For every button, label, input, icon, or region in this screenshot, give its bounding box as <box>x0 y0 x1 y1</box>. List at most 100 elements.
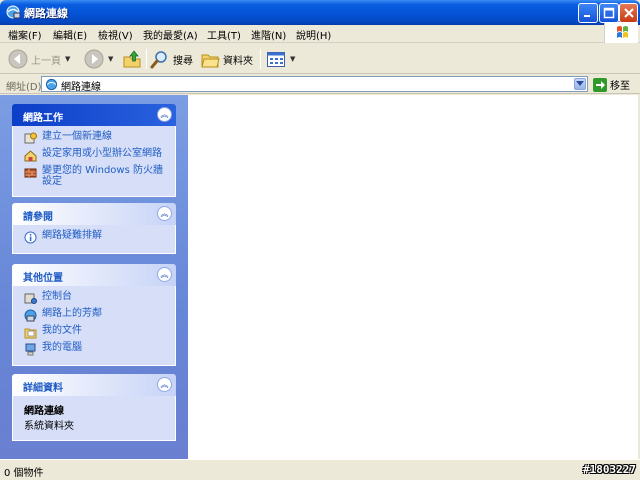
forward-arrow-icon <box>84 49 104 69</box>
see-also-title: 請參閱 <box>23 212 53 223</box>
task-label: 網路疑難排解 <box>42 230 102 241</box>
go-label: 移至 <box>610 81 630 92</box>
network-tasks-header[interactable]: 網路工作 ︽ <box>12 104 176 126</box>
file-list-area[interactable] <box>188 95 638 459</box>
window-title: 網路連線 <box>24 7 68 20</box>
toolbar-separator <box>260 49 261 69</box>
menu-tools[interactable]: 工具(T) <box>207 27 241 42</box>
menu-advanced[interactable]: 進階(N) <box>251 27 286 42</box>
details-name: 網路連線 <box>24 406 64 417</box>
menu-file[interactable]: 檔案(F) <box>8 27 42 42</box>
task-label: 我的文件 <box>42 325 82 336</box>
address-bar: 網址(D) 網路連線 移至 <box>0 74 640 94</box>
back-arrow-icon <box>8 49 28 69</box>
home-network-icon <box>24 150 37 162</box>
minimize-button[interactable] <box>578 3 598 23</box>
toolbar-separator <box>146 49 147 69</box>
network-places-icon <box>24 309 37 322</box>
close-button[interactable] <box>619 3 638 23</box>
task-label: 控制台 <box>42 291 72 302</box>
my-computer-icon <box>25 343 36 356</box>
menu-favorites[interactable]: 我的最愛(A) <box>143 27 198 42</box>
title-bar[interactable]: 網路連線 <box>0 0 640 25</box>
firewall-icon <box>24 168 37 178</box>
status-bar: 0 個物件 #1803227 <box>0 459 640 480</box>
views-grid-icon <box>267 52 285 67</box>
go-button[interactable]: 移至 <box>593 77 630 92</box>
close-icon <box>623 8 634 18</box>
back-dropdown-icon[interactable]: ▼ <box>65 55 70 63</box>
chevron-down-icon <box>576 81 584 86</box>
minimize-icon <box>584 15 590 17</box>
up-folder-icon <box>123 50 141 68</box>
menu-edit[interactable]: 編輯(E) <box>53 27 87 42</box>
other-places-header[interactable]: 其他位置 ︽ <box>12 264 176 286</box>
menu-help[interactable]: 說明(H) <box>296 27 331 42</box>
up-folder-button[interactable] <box>122 48 142 70</box>
views-dropdown-icon[interactable]: ▼ <box>290 55 295 63</box>
image-stamp: #1803227 <box>583 463 636 476</box>
network-tasks-title: 網路工作 <box>23 113 63 124</box>
task-label: 變更您的 Windows 防火牆設定 <box>42 165 163 187</box>
collapse-chevron-icon[interactable]: ︽ <box>157 267 172 282</box>
address-value: 網路連線 <box>61 82 101 93</box>
search-button[interactable]: 搜尋 <box>150 48 193 70</box>
place-my-computer[interactable]: 我的電腦 <box>24 342 167 356</box>
toolbar: 上一頁 ▼ ▼ 搜尋 資料夾 ▼ <box>0 44 640 74</box>
see-also-panel: 請參閱 ︽ 網路疑難排解 <box>12 203 176 254</box>
new-connection-icon <box>24 132 37 144</box>
network-connections-icon <box>6 5 21 19</box>
task-label: 我的電腦 <box>42 342 82 353</box>
views-button[interactable]: ▼ <box>266 48 295 70</box>
collapse-chevron-icon[interactable]: ︽ <box>157 107 172 122</box>
details-body: 網路連線 系統資料夾 <box>12 396 176 441</box>
address-dropdown-button[interactable] <box>574 78 586 90</box>
maximize-button[interactable] <box>599 3 619 23</box>
network-tasks-body: 建立一個新連線 設定家用或小型辦公室網路 變更您的 Windows 防火牆設定 <box>12 126 176 197</box>
address-label: 網址(D) <box>6 82 42 93</box>
menu-bar: 檔案(F) 編輯(E) 檢視(V) 我的最愛(A) 工具(T) 進階(N) 說明… <box>0 25 640 43</box>
other-places-panel: 其他位置 ︽ 控制台 網路上的芳鄰 我的文件 我的電腦 <box>12 264 176 366</box>
task-pane: 網路工作 ︽ 建立一個新連線 設定家用或小型辦公室網路 變更您的 Windows… <box>0 95 188 459</box>
folders-button[interactable]: 資料夾 <box>200 48 253 70</box>
details-title: 詳細資料 <box>23 383 63 394</box>
place-my-documents[interactable]: 我的文件 <box>24 325 167 339</box>
maximize-icon <box>603 7 615 19</box>
folders-label: 資料夾 <box>223 55 253 67</box>
details-panel: 詳細資料 ︽ 網路連線 系統資料夾 <box>12 374 176 441</box>
collapse-chevron-icon[interactable]: ︽ <box>157 377 172 392</box>
search-icon <box>150 51 167 69</box>
collapse-chevron-icon[interactable]: ︽ <box>157 206 172 221</box>
folder-icon <box>201 54 220 68</box>
task-label: 設定家用或小型辦公室網路 <box>42 148 162 159</box>
info-icon <box>24 231 37 244</box>
back-button[interactable]: 上一頁 ▼ <box>8 48 70 70</box>
network-tasks-panel: 網路工作 ︽ 建立一個新連線 設定家用或小型辦公室網路 變更您的 Windows… <box>12 104 176 197</box>
forward-dropdown-icon[interactable]: ▼ <box>108 55 113 63</box>
task-network-troubleshooter[interactable]: 網路疑難排解 <box>24 230 167 244</box>
other-places-body: 控制台 網路上的芳鄰 我的文件 我的電腦 <box>12 286 176 366</box>
see-also-header[interactable]: 請參閱 ︽ <box>12 203 176 225</box>
network-connections-icon <box>45 78 58 91</box>
place-control-panel[interactable]: 控制台 <box>24 291 167 305</box>
details-type: 系統資料夾 <box>24 421 74 432</box>
address-input[interactable]: 網路連線 <box>41 76 588 93</box>
explorer-window: 網路連線 檔案(F) 編輯(E) 檢視(V) 我的最愛(A) 工具(T) 進階(… <box>0 0 640 480</box>
menu-view[interactable]: 檢視(V) <box>98 27 133 42</box>
task-create-connection[interactable]: 建立一個新連線 <box>24 131 167 145</box>
place-my-network[interactable]: 網路上的芳鄰 <box>24 308 167 322</box>
my-documents-icon <box>24 328 37 339</box>
go-arrow-icon <box>593 77 607 92</box>
object-count: 0 個物件 <box>4 468 44 479</box>
details-header[interactable]: 詳細資料 ︽ <box>12 374 176 396</box>
other-places-title: 其他位置 <box>23 273 63 284</box>
task-firewall-settings[interactable]: 變更您的 Windows 防火牆設定 <box>24 165 167 187</box>
task-label: 建立一個新連線 <box>42 131 112 142</box>
task-home-network[interactable]: 設定家用或小型辦公室網路 <box>24 148 167 162</box>
forward-button[interactable]: ▼ <box>84 48 113 70</box>
back-label: 上一頁 <box>31 55 61 67</box>
see-also-body: 網路疑難排解 <box>12 225 176 254</box>
search-label: 搜尋 <box>173 55 193 67</box>
task-label: 網路上的芳鄰 <box>42 308 102 319</box>
windows-logo-icon <box>604 22 638 43</box>
